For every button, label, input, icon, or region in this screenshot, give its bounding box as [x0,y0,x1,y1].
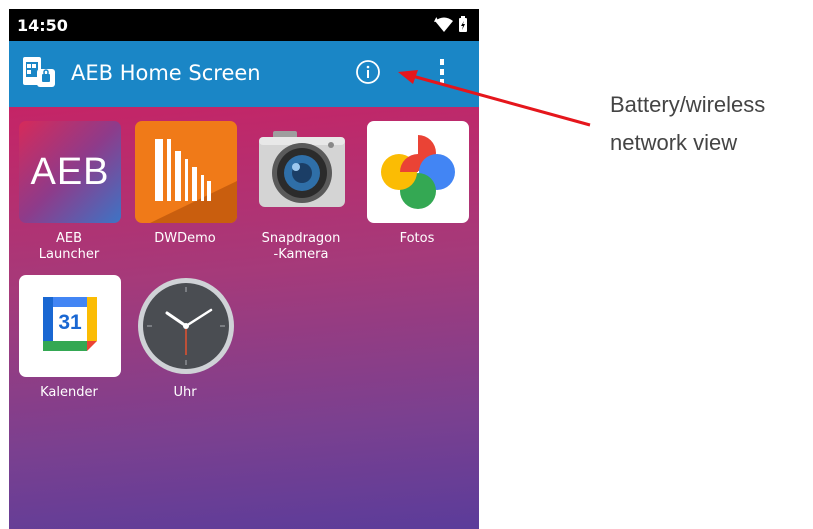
annotation-line-1: Battery/wireless [610,92,766,117]
annotation-arrow [398,70,591,127]
annotation-text: Battery/wireless network view [610,86,765,162]
annotation-line-2: network view [610,130,738,155]
